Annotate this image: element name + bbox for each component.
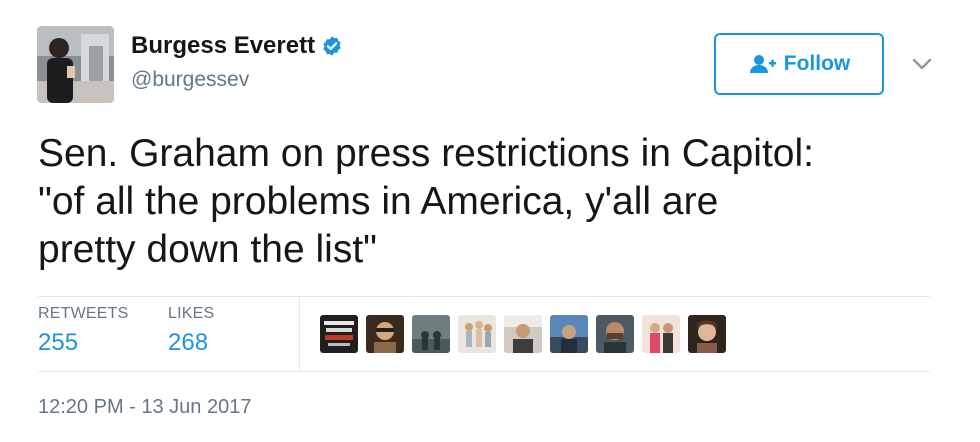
add-person-icon [748, 53, 776, 75]
tweet-text-line: Sen. Graham on press restrictions in Cap… [38, 132, 815, 175]
author-name-text: Burgess Everett [131, 32, 316, 59]
tweet-stats: RETWEETS 255 LIKES 268 [38, 297, 930, 371]
author-name[interactable]: Burgess Everett [131, 32, 343, 60]
verified-badge-icon [321, 35, 343, 57]
tweet-timestamp[interactable]: 12:20 PM - 13 Jun 2017 [38, 396, 251, 419]
tweet-text-line: pretty down the list" [38, 228, 378, 271]
liker-avatar[interactable] [642, 315, 680, 353]
tweet-text-line: "of all the problems in America, y'all a… [38, 180, 719, 223]
retweets-label: RETWEETS [38, 305, 129, 322]
likes-label: LIKES [168, 305, 215, 322]
likes-count: 268 [168, 329, 209, 356]
stats-bottom-divider [38, 371, 930, 372]
more-options-chevron-down-icon[interactable] [910, 56, 934, 72]
retweets-count: 255 [38, 329, 79, 356]
liker-avatar[interactable] [458, 315, 496, 353]
retweets-stat[interactable]: RETWEETS 255 [38, 297, 129, 357]
tweet-text: Sen. Graham on press restrictions in Cap… [38, 130, 948, 274]
liker-avatar[interactable] [366, 315, 404, 353]
liker-avatar[interactable] [320, 315, 358, 353]
follow-button[interactable]: Follow [714, 33, 884, 95]
liker-avatar[interactable] [504, 315, 542, 353]
author-avatar[interactable] [37, 26, 114, 103]
liker-avatar[interactable] [412, 315, 450, 353]
liker-avatar[interactable] [550, 315, 588, 353]
liker-avatar[interactable] [688, 315, 726, 353]
liker-avatar[interactable] [596, 315, 634, 353]
liker-avatars [320, 315, 726, 353]
follow-button-label: Follow [783, 52, 851, 75]
stats-separator [299, 297, 300, 371]
avatar-photo [37, 26, 114, 103]
author-handle[interactable]: @burgessev [131, 68, 249, 92]
likes-stat[interactable]: LIKES 268 [168, 297, 214, 357]
